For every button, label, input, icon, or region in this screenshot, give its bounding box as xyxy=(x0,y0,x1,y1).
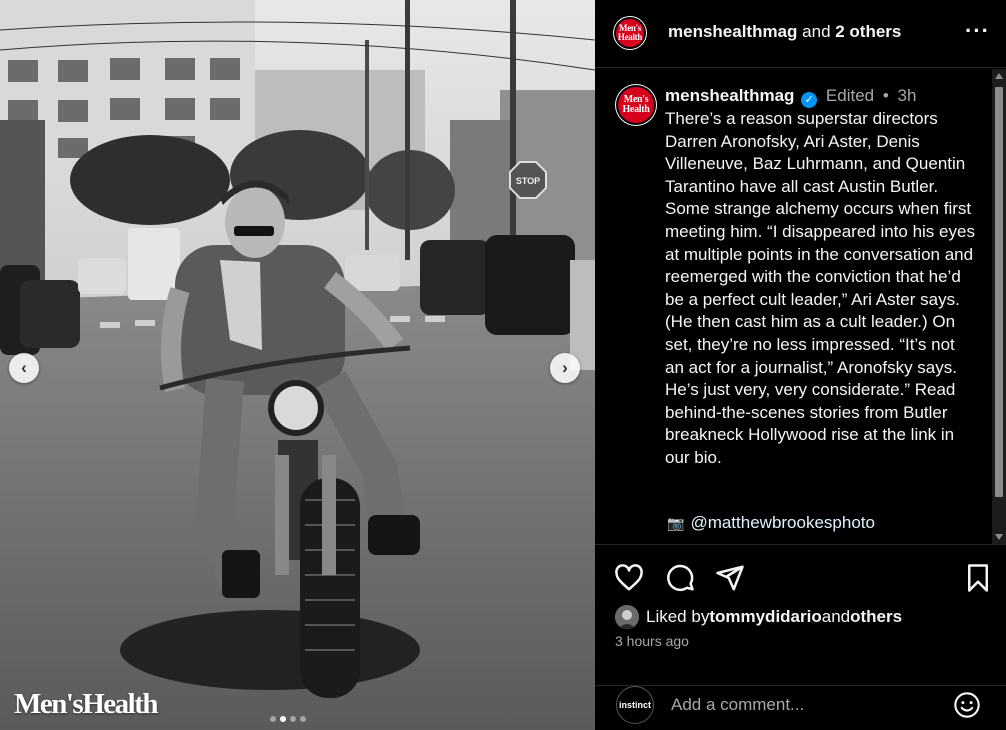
carousel-dot-active xyxy=(280,716,286,722)
caption-avatar[interactable]: Men's Health xyxy=(616,85,656,125)
emoji-icon[interactable] xyxy=(953,691,981,719)
liker-avatar[interactable] xyxy=(615,605,639,629)
authors-joiner: and xyxy=(797,22,836,41)
verified-badge-icon: ✓ xyxy=(801,92,818,108)
liked-joiner: and xyxy=(821,607,851,626)
collab-authors: menshealthmag and 2 others xyxy=(668,22,901,42)
account-link[interactable]: menshealthmag xyxy=(668,22,797,41)
comment-icon[interactable] xyxy=(665,563,695,593)
others-link[interactable]: 2 others xyxy=(835,22,901,41)
credit-handle-link[interactable]: @matthewbrookesphoto xyxy=(690,513,875,532)
caption-text: There’s a reason superstar directors Dar… xyxy=(665,109,975,467)
chevron-left-icon: ‹ xyxy=(21,358,27,377)
svg-text:STOP: STOP xyxy=(516,176,540,186)
caption-dot: • xyxy=(882,86,889,105)
post-header: Men's Health menshealthmag and 2 others … xyxy=(595,0,1006,68)
post-details-panel: Men's Health menshealthmag and 2 others … xyxy=(595,0,1006,730)
liked-others-link[interactable]: others xyxy=(850,607,902,627)
motorcycle-photo: STOP xyxy=(0,0,595,730)
chevron-right-icon: › xyxy=(562,358,568,377)
add-comment-row: instinct xyxy=(595,685,1006,730)
carousel-dot xyxy=(290,716,296,722)
caption-username[interactable]: menshealthmag xyxy=(665,86,794,105)
share-icon[interactable] xyxy=(715,563,745,593)
post-actions: Liked by tommydidario and others 3 hours… xyxy=(595,544,1006,684)
likes-summary: Liked by tommydidario and others xyxy=(615,605,902,629)
more-options-icon[interactable]: ··· xyxy=(965,18,990,44)
post-timestamp[interactable]: 3 hours ago xyxy=(615,633,689,649)
current-user-avatar: instinct xyxy=(616,686,654,724)
carousel-indicator xyxy=(270,716,306,722)
menshealth-watermark: Men'sHealth xyxy=(14,688,159,720)
next-slide-button[interactable]: › xyxy=(550,353,580,383)
caption-time[interactable]: 3h xyxy=(898,86,917,105)
scroll-down-arrow-icon[interactable] xyxy=(995,534,1003,540)
logo-text-bottom: Health xyxy=(622,104,650,115)
photo-credit: 📷 @matthewbrookesphoto xyxy=(667,513,875,533)
person-icon xyxy=(615,605,639,629)
liker-username[interactable]: tommydidario xyxy=(709,607,821,627)
logo-text-bottom: Health xyxy=(617,32,643,42)
caption-scrollbar[interactable] xyxy=(992,69,1006,544)
comment-input[interactable] xyxy=(671,695,941,715)
caption-area: Men's Health menshealthmag ✓ Edited • 3h… xyxy=(595,69,1006,544)
account-avatar[interactable]: Men's Health xyxy=(614,17,646,49)
previous-slide-button[interactable]: ‹ xyxy=(9,353,39,383)
caption-edited: Edited xyxy=(825,86,875,105)
camera-icon: 📷 xyxy=(667,515,685,531)
liked-by-prefix: Liked by xyxy=(646,607,710,626)
carousel-dot xyxy=(300,716,306,722)
scroll-up-arrow-icon[interactable] xyxy=(995,73,1003,79)
scrollbar-thumb[interactable] xyxy=(995,87,1003,497)
heart-icon[interactable] xyxy=(614,563,644,593)
bookmark-icon[interactable] xyxy=(963,563,993,593)
carousel-dot xyxy=(270,716,276,722)
caption-header: menshealthmag ✓ Edited • 3h xyxy=(665,86,916,108)
post-media[interactable]: STOP ‹ › Men'sHealth xyxy=(0,0,595,730)
